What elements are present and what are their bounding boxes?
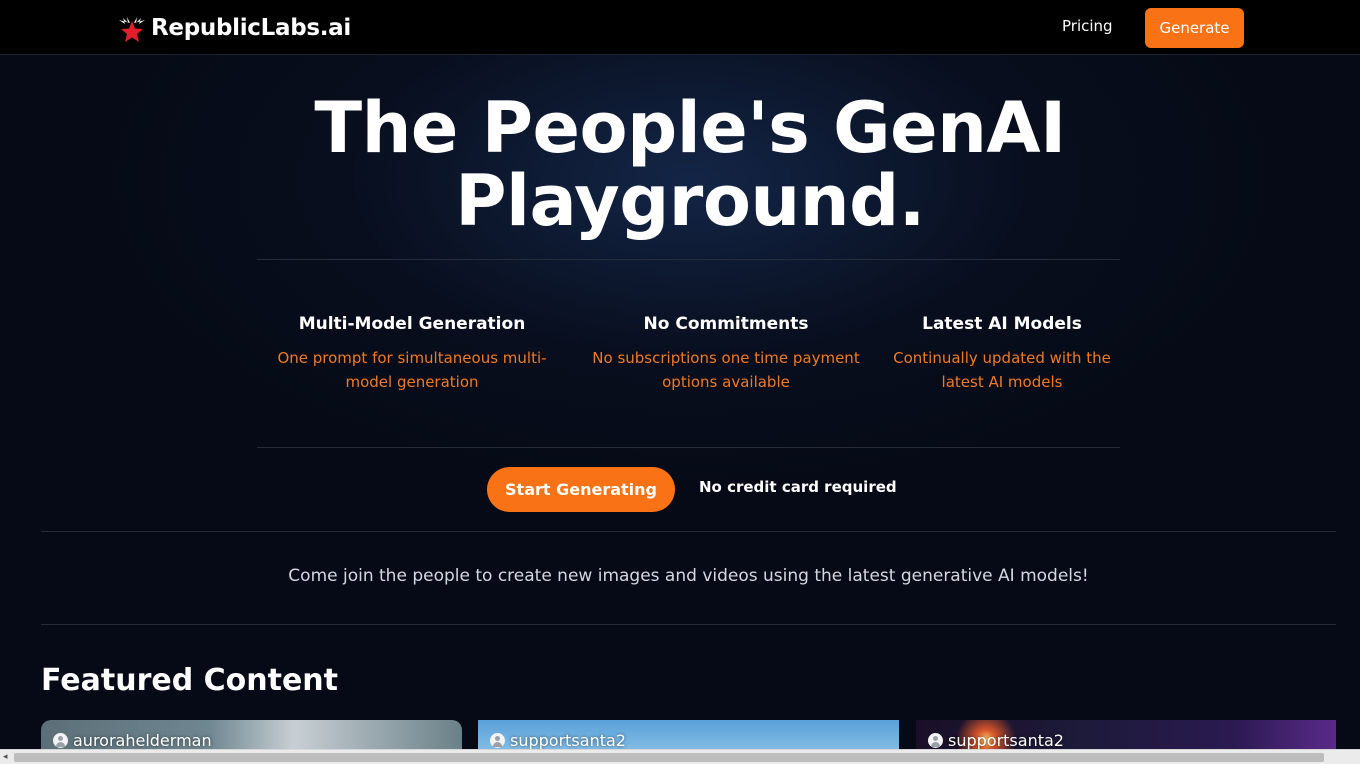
page: RepublicLabs.ai Pricing Generate The Peo… — [0, 0, 1360, 764]
card-author-name: supportsanta2 — [948, 731, 1064, 750]
card-author-name: aurorahelderman — [73, 731, 212, 750]
star-wings-logo-icon — [117, 13, 147, 43]
no-credit-card-note: No credit card required — [699, 478, 897, 496]
feature-title: No Commitments — [643, 314, 809, 334]
card-author[interactable]: aurorahelderman — [53, 731, 212, 750]
divider — [257, 447, 1120, 448]
feature-latest-models: Latest AI Models Continually updated wit… — [887, 312, 1117, 394]
card-author-name: supportsanta2 — [510, 731, 626, 750]
featured-content-heading: Featured Content — [41, 663, 338, 698]
divider — [257, 259, 1120, 260]
feature-title: Latest AI Models — [922, 314, 1082, 334]
user-avatar-icon — [490, 733, 505, 748]
scrollbar-thumb[interactable] — [14, 753, 1324, 762]
start-generating-button[interactable]: Start Generating — [487, 467, 675, 512]
user-avatar-icon — [53, 733, 68, 748]
feature-title: Multi-Model Generation — [298, 314, 526, 334]
brand-name: RepublicLabs.ai — [151, 15, 351, 41]
feature-list: Multi-Model Generation One prompt for si… — [257, 312, 1120, 412]
scroll-left-arrow-icon[interactable]: ◂ — [3, 752, 8, 762]
feature-description: No subscriptions one time payment option… — [592, 349, 860, 391]
hero-title: The People's GenAI Playground. — [314, 87, 1066, 242]
featured-cards: aurorahelderman supportsanta2 supportsan… — [0, 720, 1360, 760]
user-avatar-icon — [928, 733, 943, 748]
nav-generate-button[interactable]: Generate — [1145, 8, 1244, 48]
brand-logo-link[interactable]: RepublicLabs.ai — [117, 12, 351, 44]
divider — [41, 624, 1336, 625]
card-author[interactable]: supportsanta2 — [928, 731, 1064, 750]
feature-no-commitments: No Commitments No subscriptions one time… — [587, 312, 865, 394]
card-author[interactable]: supportsanta2 — [490, 731, 626, 750]
feature-description: Continually updated with the latest AI m… — [893, 349, 1111, 391]
horizontal-scrollbar[interactable]: ◂ — [0, 749, 1360, 764]
feature-description: One prompt for simultaneous multi-model … — [277, 349, 547, 391]
divider — [41, 531, 1336, 532]
tagline: Come join the people to create new image… — [288, 566, 1089, 586]
nav-pricing-link[interactable]: Pricing — [1062, 17, 1113, 35]
feature-multi-model: Multi-Model Generation One prompt for si… — [275, 312, 549, 394]
top-navigation-bar: RepublicLabs.ai Pricing Generate — [0, 0, 1360, 55]
